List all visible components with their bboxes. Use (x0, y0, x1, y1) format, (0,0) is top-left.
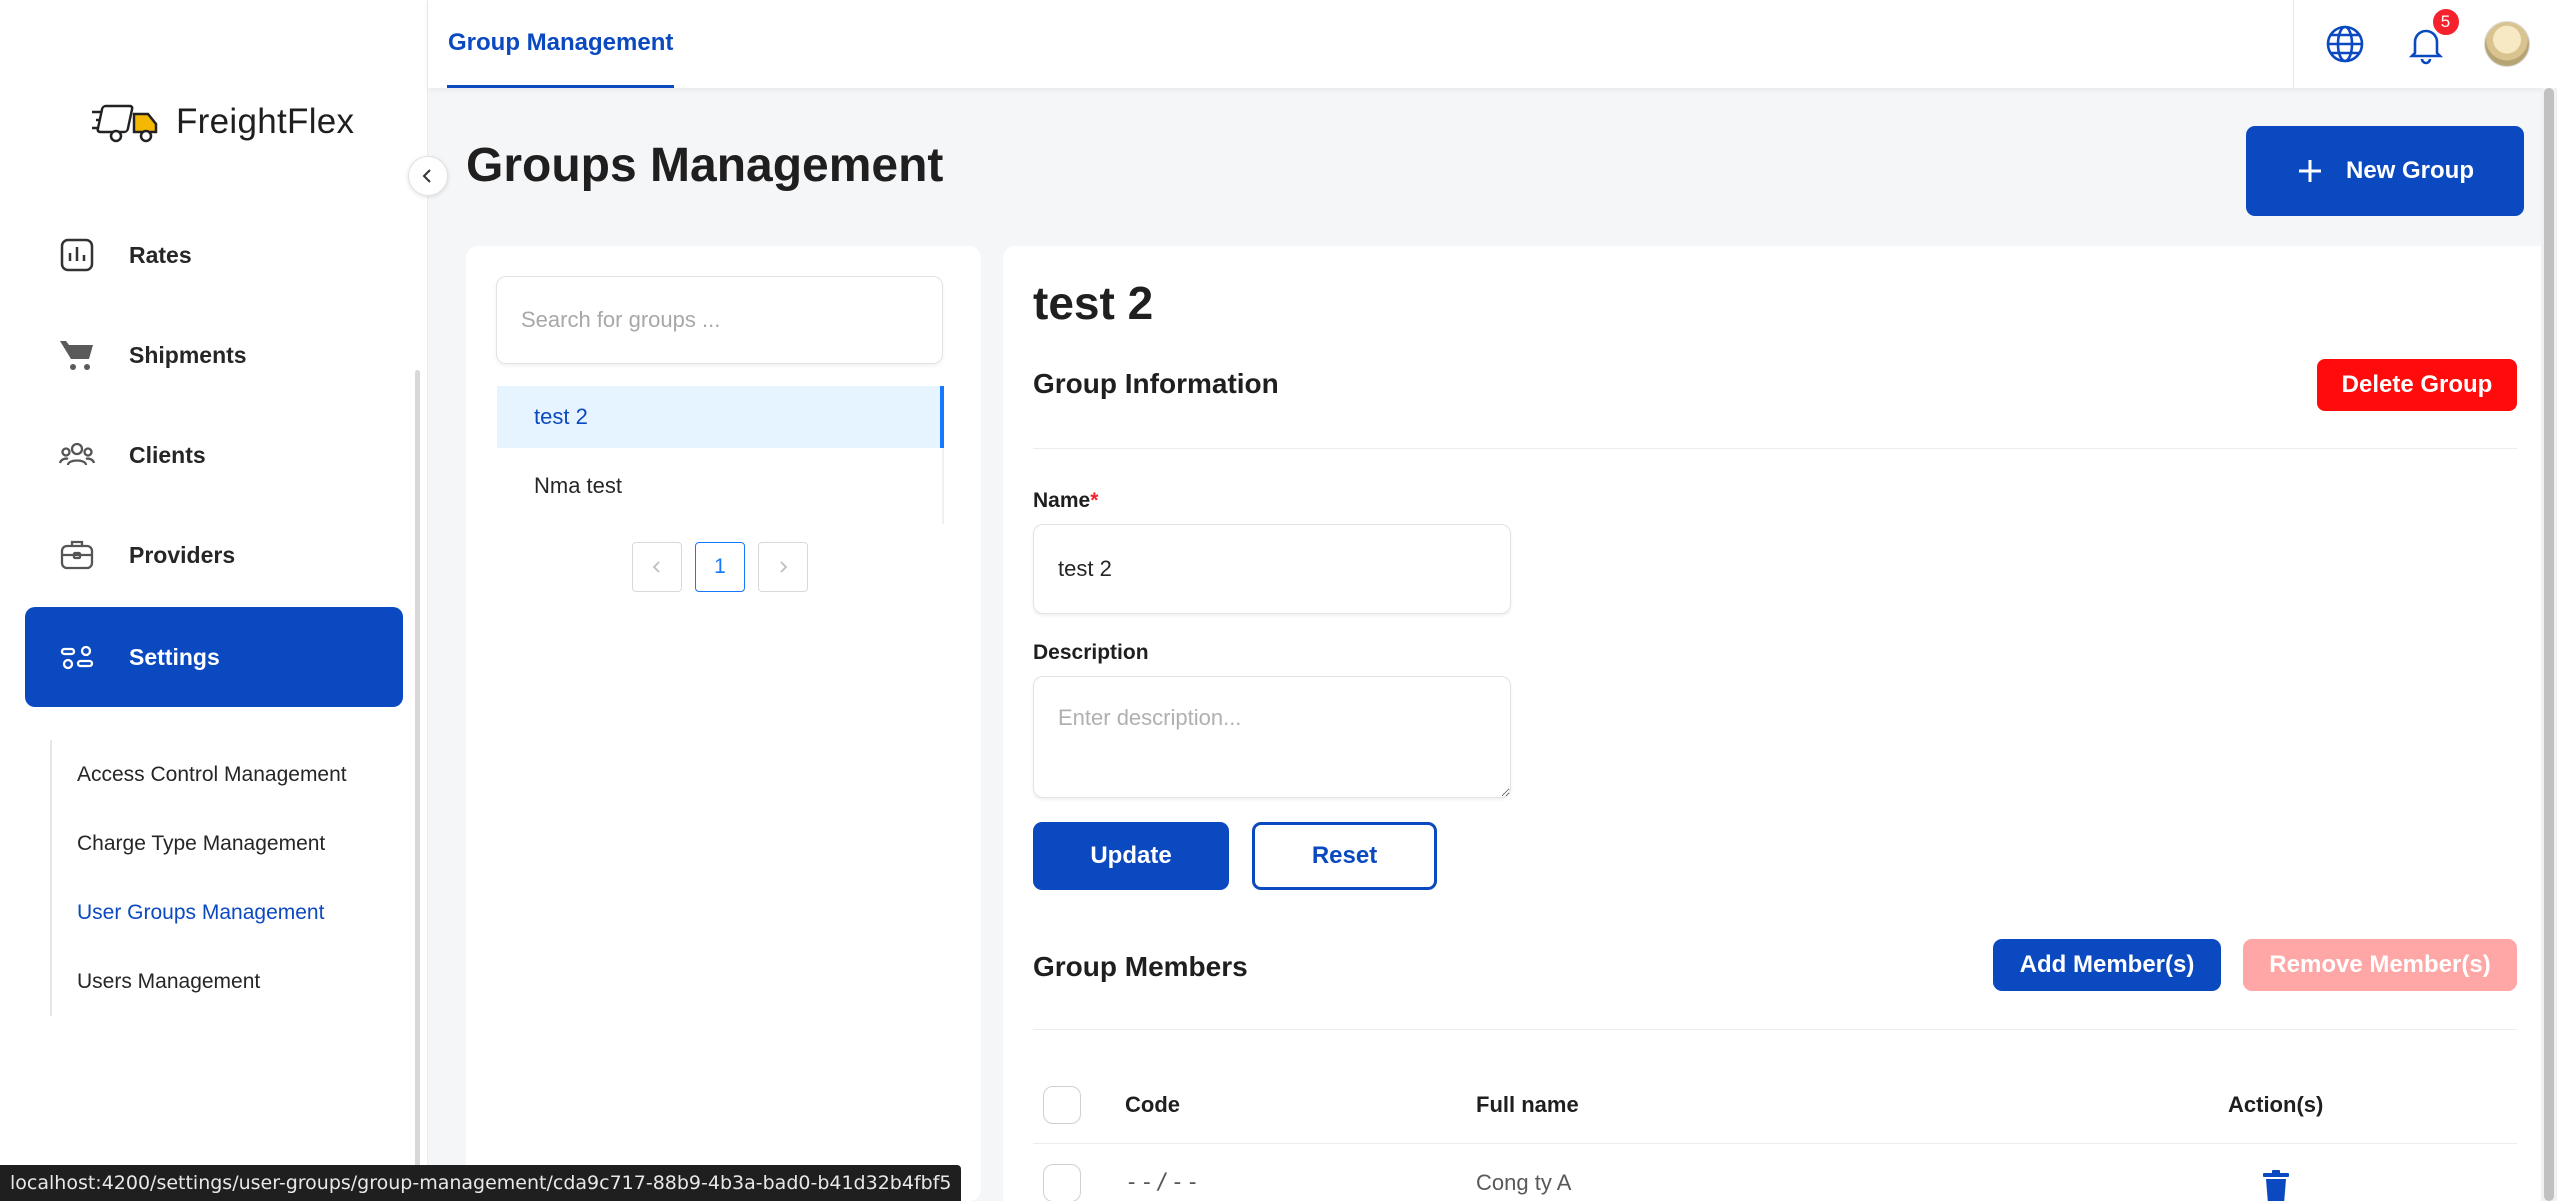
members-table: Code Full name Action(s) --/-- Cong ty A (1033, 1066, 2517, 1201)
name-input[interactable] (1033, 524, 1511, 614)
user-menu-button[interactable] (2483, 21, 2530, 67)
page-scrollbar-thumb[interactable] (2544, 88, 2554, 1201)
new-group-label: New Group (2345, 157, 2474, 184)
sidebar-collapse-button[interactable] (408, 156, 448, 196)
delete-member-icon[interactable] (2261, 1170, 2291, 1201)
briefcase-icon (60, 540, 94, 570)
notifications-button[interactable]: 5 (2403, 7, 2461, 67)
add-members-button[interactable]: Add Member(s) (1993, 939, 2221, 991)
table-header-row: Code Full name Action(s) (1033, 1066, 2517, 1144)
nav-item-providers[interactable]: Providers (25, 505, 403, 605)
required-marker: * (1090, 489, 1099, 512)
groups-list-panel: test 2 Nma test 1 (466, 246, 981, 1201)
prev-page-button[interactable] (632, 542, 682, 592)
name-field-label: Name* (1033, 489, 1098, 513)
table-row: --/-- Cong ty A (1033, 1144, 2517, 1201)
column-header-full-name[interactable]: Full name (1476, 1092, 1579, 1118)
chevron-left-icon (652, 561, 660, 573)
remove-members-button: Remove Member(s) (2243, 939, 2517, 991)
next-page-button[interactable] (758, 542, 808, 592)
nav-item-clients[interactable]: Clients (25, 405, 403, 505)
submenu-item-users[interactable]: Users Management (52, 947, 390, 1016)
app-logo[interactable]: FreightFlex (90, 100, 354, 144)
globe-icon (2326, 25, 2363, 63)
page-number-button[interactable]: 1 (695, 542, 745, 592)
sidebar: FreightFlex Rates Shipments Clients Prov… (0, 0, 428, 1201)
app-name: FreightFlex (176, 102, 355, 141)
cart-icon (60, 341, 93, 370)
sidebar-scrollbar[interactable] (415, 370, 420, 1201)
submenu-item-charge-type[interactable]: Charge Type Management (52, 809, 390, 878)
chevron-left-icon (422, 169, 431, 183)
divider (1033, 448, 2517, 449)
nav-label: Clients (129, 441, 206, 468)
column-header-actions: Action(s) (2228, 1091, 2324, 1117)
nav-label: Settings (129, 643, 220, 670)
top-bar: Group Management 5 (428, 0, 2557, 88)
nav-label: Shipments (129, 341, 247, 368)
nav-label: Rates (129, 241, 192, 268)
description-textarea[interactable] (1033, 676, 1511, 798)
group-list-item-selected[interactable]: test 2 (497, 386, 944, 448)
group-search-input[interactable] (496, 276, 943, 364)
group-list-item[interactable]: Nma test (497, 448, 944, 524)
group-list: test 2 Nma test (497, 386, 944, 524)
group-members-title: Group Members (1033, 951, 1248, 982)
group-detail-title: test 2 (1033, 277, 1154, 329)
avatar (2483, 21, 2530, 67)
users-icon (58, 442, 96, 466)
description-field-label: Description (1033, 641, 1149, 664)
submenu-item-access-control[interactable]: Access Control Management (52, 740, 390, 809)
page-title: Groups Management (466, 139, 944, 192)
delete-group-button[interactable]: Delete Group (2317, 359, 2517, 411)
notification-badge: 5 (2430, 7, 2461, 37)
reset-button[interactable]: Reset (1252, 822, 1437, 890)
group-detail-panel: test 2 Group Information Delete Group Na… (1003, 246, 2557, 1201)
row-checkbox[interactable] (1043, 1163, 1081, 1201)
nav-label: Providers (129, 541, 236, 568)
settings-submenu: Access Control Management Charge Type Ma… (50, 740, 390, 1016)
bar-chart-icon (60, 238, 94, 272)
column-header-code[interactable]: Code (1125, 1092, 1180, 1118)
update-button[interactable]: Update (1033, 822, 1229, 890)
nav-item-settings[interactable]: Settings (25, 607, 403, 707)
chevron-right-icon (780, 561, 788, 573)
status-url-bar: localhost:4200/settings/user-groups/grou… (0, 1165, 962, 1201)
language-button[interactable] (2322, 21, 2368, 67)
cell-code: --/-- (1125, 1170, 1202, 1195)
name-label-text: Name (1033, 489, 1091, 512)
cell-full-name: Cong ty A (1476, 1169, 1572, 1195)
plus-icon (2298, 160, 2321, 182)
page-scrollbar[interactable] (2541, 88, 2557, 1201)
settings-sliders-icon (60, 645, 94, 670)
nav-item-rates[interactable]: Rates (25, 205, 403, 305)
pagination: 1 (632, 542, 808, 592)
truck-logo-icon (92, 104, 158, 143)
new-group-button[interactable]: New Group (2246, 126, 2524, 216)
nav-item-shipments[interactable]: Shipments (25, 305, 403, 405)
group-information-title: Group Information (1033, 368, 1279, 399)
tab-group-management[interactable]: Group Management (447, 0, 675, 88)
submenu-item-user-groups[interactable]: User Groups Management (52, 878, 390, 947)
divider (1033, 1029, 2517, 1030)
select-all-checkbox[interactable] (1043, 1085, 1081, 1124)
top-actions: 5 (2293, 0, 2557, 88)
